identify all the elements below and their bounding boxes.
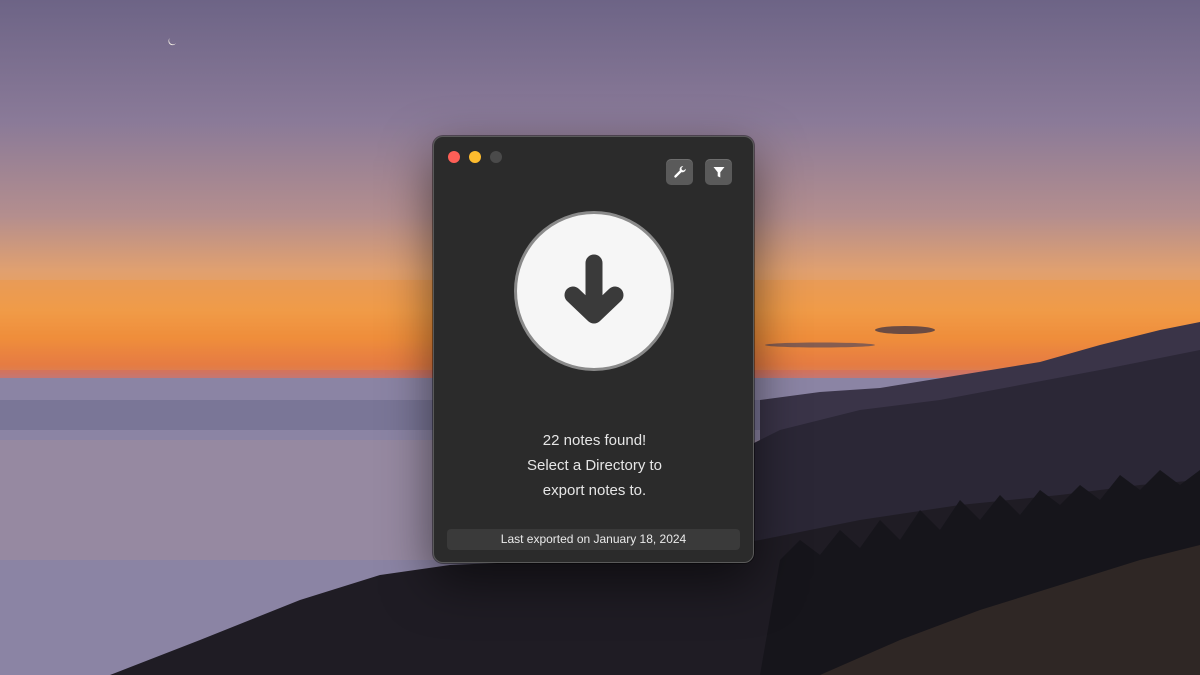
filter-button[interactable] (705, 159, 732, 185)
cloud (875, 326, 935, 334)
arrow-down-icon (564, 254, 624, 324)
close-button[interactable] (448, 151, 460, 163)
export-notes-text: export notes to. (542, 482, 647, 499)
settings-button[interactable] (666, 159, 693, 185)
zoom-button[interactable] (490, 151, 502, 163)
last-exported-status: Last exported on January 18, 2024 (447, 529, 740, 550)
moon-crescent (168, 38, 176, 46)
notes-found-text: 22 notes found! (542, 432, 647, 449)
minimize-button[interactable] (469, 151, 481, 163)
export-button[interactable] (514, 211, 674, 371)
export-window: 22 notes found! Select a Directory to ex… (433, 136, 754, 563)
select-directory-text: Select a Directory to (526, 457, 663, 474)
filter-icon (713, 167, 724, 178)
desktop: 22 notes found! Select a Directory to ex… (0, 0, 1200, 675)
wrench-icon (673, 166, 686, 178)
cloud (765, 342, 875, 348)
